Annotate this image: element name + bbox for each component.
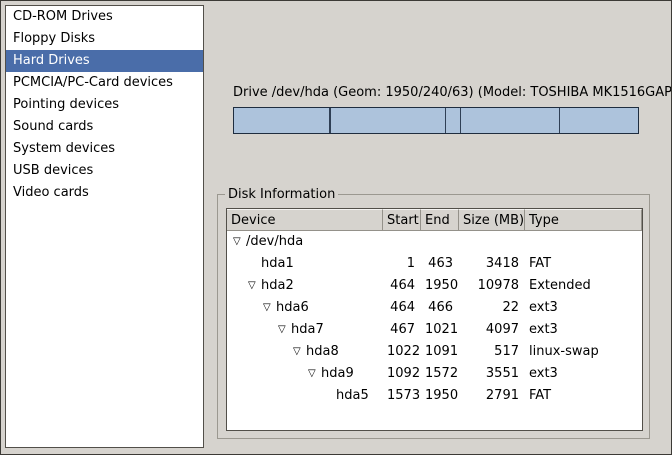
column-header[interactable]: End [421,209,459,231]
size-cell [459,231,525,253]
type-cell [525,231,642,253]
column-header[interactable]: Start [383,209,421,231]
end-cell: 1572 [421,363,459,385]
partition-segment[interactable] [234,108,330,133]
end-cell: 1950 [421,385,459,407]
sidebar-item[interactable]: System devices [6,138,203,160]
device-cell: ▽hda2 [227,275,383,297]
start-cell: 1 [383,253,421,275]
device-cell: ▽hda9 [227,363,383,385]
column-header[interactable]: Size (MB) [459,209,525,231]
end-cell: 1091 [421,341,459,363]
sidebar-item[interactable]: Sound cards [6,116,203,138]
start-cell: 464 [383,297,421,319]
table-row[interactable]: ▽hda810221091517linux-swap [227,341,642,363]
sidebar-item[interactable]: Hard Drives [6,50,203,72]
main-panel: Drive /dev/hda (Geom: 1950/240/63) (Mode… [211,1,671,454]
type-cell: linux-swap [525,341,642,363]
disk-table-body: ▽/dev/hdahda114633418FAT▽hda246419501097… [227,231,642,430]
end-cell: 1021 [421,319,459,341]
sidebar-item[interactable]: CD-ROM Drives [6,6,203,28]
drive-title: Drive /dev/hda (Geom: 1950/240/63) (Mode… [233,85,641,100]
start-cell: 467 [383,319,421,341]
hardware-browser-window: CD-ROM DrivesFloppy DisksHard DrivesPCMC… [0,0,672,455]
size-cell: 22 [459,297,525,319]
start-cell: 464 [383,275,421,297]
end-cell: 466 [421,297,459,319]
device-label: hda6 [276,300,309,315]
device-label: hda5 [336,388,369,403]
table-row[interactable]: hda5 157319502791FAT [227,385,642,407]
expander-open-icon[interactable]: ▽ [308,366,321,382]
sidebar-item[interactable]: USB devices [6,160,203,182]
device-cell: ▽/dev/hda [227,231,383,253]
disk-information-frame: Disk Information DeviceStartEndSize (MB)… [217,187,650,439]
table-row[interactable]: ▽hda9109215723551ext3 [227,363,642,385]
device-cell: ▽hda8 [227,341,383,363]
size-cell: 3418 [459,253,525,275]
sidebar-item[interactable]: Video cards [6,182,203,204]
size-cell: 3551 [459,363,525,385]
type-cell: FAT [525,385,642,407]
device-label: hda2 [261,278,294,293]
partition-bar [233,107,639,134]
device-label: hda9 [321,366,354,381]
size-cell: 2791 [459,385,525,407]
device-label: hda7 [291,322,324,337]
sidebar-list: CD-ROM DrivesFloppy DisksHard DrivesPCMC… [5,5,204,448]
column-header[interactable]: Device [227,209,383,231]
expander-open-icon[interactable]: ▽ [293,344,306,360]
expander-open-icon[interactable]: ▽ [278,322,291,338]
disk-information-label: Disk Information [225,187,338,202]
expander-open-icon[interactable]: ▽ [263,300,276,316]
type-cell: FAT [525,253,642,275]
column-header[interactable]: Type [525,209,642,231]
start-cell: 1092 [383,363,421,385]
size-cell: 4097 [459,319,525,341]
device-label: /dev/hda [246,234,303,249]
type-cell: ext3 [525,297,642,319]
size-cell: 517 [459,341,525,363]
table-row[interactable]: ▽/dev/hda [227,231,642,253]
sidebar-item[interactable]: Floppy Disks [6,28,203,50]
type-cell: Extended [525,275,642,297]
start-cell [383,231,421,253]
device-cell: ▽hda7 [227,319,383,341]
device-cell: ▽hda6 [227,297,383,319]
table-row[interactable]: ▽hda746710214097ext3 [227,319,642,341]
type-cell: ext3 [525,319,642,341]
end-cell: 463 [421,253,459,275]
size-cell: 10978 [459,275,525,297]
sidebar-item[interactable]: Pointing devices [6,94,203,116]
disk-table: DeviceStartEndSize (MB)Type ▽/dev/hdahda… [226,208,643,431]
device-cell: hda1 [227,253,383,275]
table-row[interactable]: ▽hda646446622ext3 [227,297,642,319]
partition-segment[interactable] [446,108,461,133]
start-cell: 1022 [383,341,421,363]
end-cell: 1950 [421,275,459,297]
partition-segment[interactable] [560,108,638,133]
table-row[interactable]: ▽hda2464195010978Extended [227,275,642,297]
sidebar-item[interactable]: PCMCIA/PC-Card devices [6,72,203,94]
disk-table-header: DeviceStartEndSize (MB)Type [227,209,642,231]
device-label: hda1 [261,256,294,271]
start-cell: 1573 [383,385,421,407]
expander-open-icon[interactable]: ▽ [233,234,246,250]
device-cell: hda5 [227,385,383,407]
type-cell: ext3 [525,363,642,385]
expander-open-icon[interactable]: ▽ [248,278,261,294]
partition-segment[interactable] [461,108,560,133]
table-row[interactable]: hda1 14633418FAT [227,253,642,275]
end-cell [421,231,459,253]
partition-segment[interactable] [331,108,446,133]
device-label: hda8 [306,344,339,359]
